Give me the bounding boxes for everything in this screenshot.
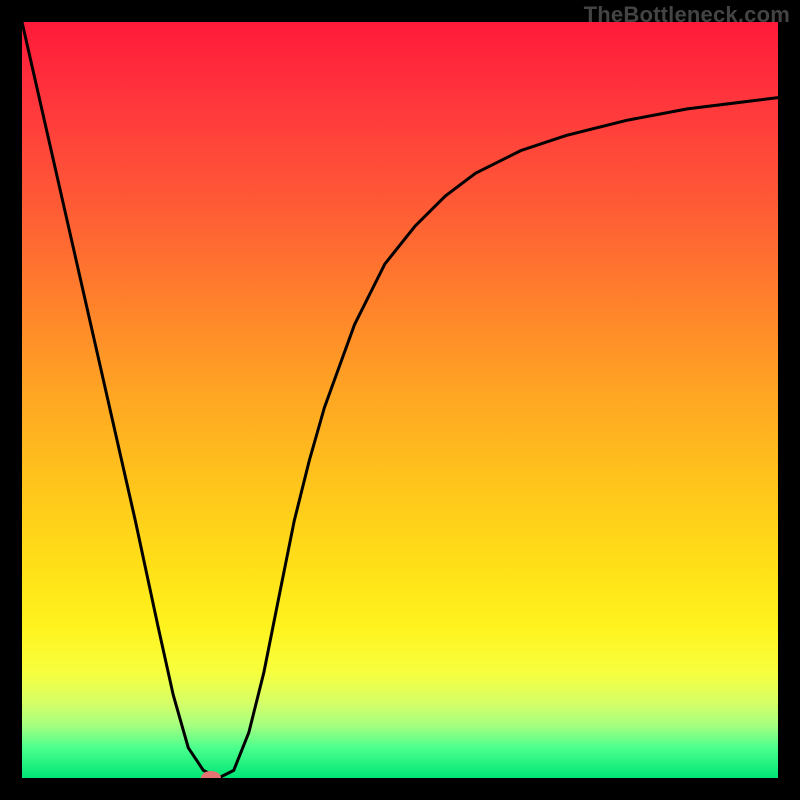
chart-marker — [201, 771, 221, 778]
curve-layer — [22, 22, 778, 778]
marker-layer — [201, 771, 221, 778]
chart-plot-area — [22, 22, 778, 778]
chart-frame: TheBottleneck.com — [0, 0, 800, 800]
chart-svg — [22, 22, 778, 778]
bottleneck-curve-path — [22, 22, 778, 778]
watermark-text: TheBottleneck.com — [584, 2, 790, 28]
